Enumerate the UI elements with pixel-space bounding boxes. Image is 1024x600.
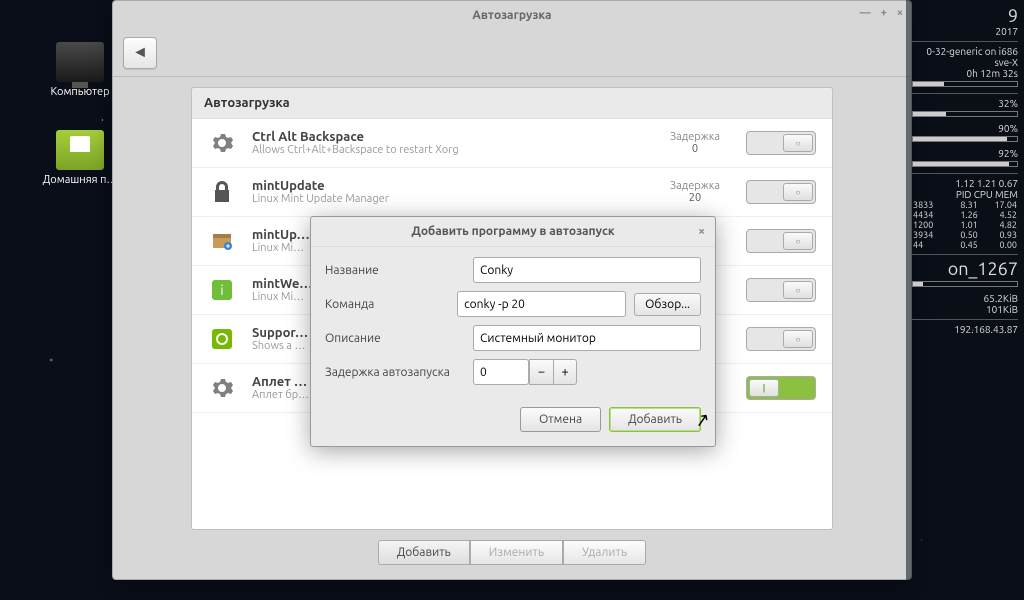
window-toolbar: ◄ <box>113 29 911 77</box>
window-minimize-button[interactable]: — <box>860 7 871 19</box>
conky-proc-row: 12001.014.82 <box>912 220 1018 230</box>
startup-entry[interactable]: mintUpdateLinux Mint Update Manager Задер… <box>192 168 832 217</box>
conky-bar <box>912 281 1018 287</box>
window-close-button[interactable]: × <box>897 7 903 19</box>
entry-title: Ctrl Alt Backspace <box>252 130 644 144</box>
conky-host: sve-X <box>912 57 1018 68</box>
conky-bar <box>912 136 1018 142</box>
spinner-increment[interactable]: + <box>553 359 577 385</box>
name-input[interactable] <box>473 257 701 283</box>
lock-icon <box>208 178 236 206</box>
conky-ip: 192.168.43.87 <box>912 324 1018 335</box>
desktop-icon-home[interactable]: Домашняя п… <box>40 130 120 186</box>
delay-input[interactable] <box>473 359 529 385</box>
name-label: Название <box>325 264 465 277</box>
entry-text: mintUpdateLinux Mint Update Manager <box>252 179 644 205</box>
folder-icon <box>56 130 104 170</box>
spinner-decrement[interactable]: − <box>529 359 553 385</box>
entry-toggle[interactable] <box>746 131 816 155</box>
dialog-title: Добавить программу в автозапуск <box>411 225 614 238</box>
window-maximize-button[interactable]: + <box>881 7 887 19</box>
edit-button[interactable]: Изменить <box>470 540 563 565</box>
conky-date: 2017 <box>912 26 1018 37</box>
conky-net-title: on_1267 <box>912 259 1018 279</box>
conky-kernel: 0-32-generic on i686 <box>912 46 1018 57</box>
window-title: Автозагрузка <box>472 9 551 22</box>
command-input[interactable] <box>457 291 626 317</box>
conky-panel: 9 2017 0-32-generic on i686 sve-X 0h 12m… <box>906 0 1024 600</box>
welcome-icon: i <box>208 276 236 304</box>
entry-toggle[interactable] <box>746 278 816 302</box>
conky-proc-header: PID CPU MEM <box>912 189 1018 200</box>
description-input[interactable] <box>473 325 701 351</box>
command-label: Команда <box>325 298 449 311</box>
conky-proc-row: 44341.264.52 <box>912 210 1018 220</box>
description-label: Описание <box>325 332 465 345</box>
gear-icon <box>208 129 236 157</box>
svg-text:i: i <box>220 282 223 298</box>
entry-delay: Задержка0 <box>660 131 730 155</box>
conky-proc-row: 440.450.00 <box>912 240 1018 250</box>
entry-toggle[interactable] <box>746 180 816 204</box>
conky-proc-table: 38338.3117.0444341.264.5212001.014.82393… <box>912 200 1018 250</box>
chevron-left-icon: ◄ <box>132 43 148 62</box>
dialog-titlebar[interactable]: Добавить программу в автозапуск × <box>311 217 715 247</box>
ok-button[interactable]: Добавить <box>609 407 701 432</box>
pkg-icon <box>208 227 236 255</box>
conky-ram: 90% <box>912 123 1018 134</box>
conky-uptime: 0h 12m 32s <box>912 68 1018 79</box>
conky-bar <box>912 81 1018 87</box>
computer-icon <box>56 42 104 82</box>
startup-entry[interactable]: Ctrl Alt BackspaceAllows Ctrl+Alt+Backsp… <box>192 119 832 168</box>
entry-toggle[interactable] <box>746 229 816 253</box>
nvidia-icon <box>208 325 236 353</box>
conky-clock: 9 <box>912 6 1018 26</box>
delete-button[interactable]: Удалить <box>563 540 646 565</box>
browse-button[interactable]: Обзор... <box>634 293 701 316</box>
window-titlebar[interactable]: Автозагрузка — + × <box>113 1 911 29</box>
entry-subtitle: Allows Ctrl+Alt+Backspace to restart Xor… <box>252 144 644 156</box>
delay-spinner: − + <box>473 359 577 385</box>
cancel-button[interactable]: Отмена <box>520 407 601 432</box>
conky-down: 65.2KiB <box>912 293 1018 304</box>
dialog-close-button[interactable]: × <box>698 225 705 238</box>
conky-bar <box>912 161 1018 167</box>
conky-proc-row: 38338.3117.04 <box>912 200 1018 210</box>
footer-actions: Добавить Изменить Удалить <box>191 530 833 579</box>
conky-swap: 92% <box>912 148 1018 159</box>
entry-toggle[interactable] <box>746 376 816 400</box>
entry-text: Ctrl Alt BackspaceAllows Ctrl+Alt+Backsp… <box>252 130 644 156</box>
add-program-dialog: Добавить программу в автозапуск × Назван… <box>310 216 716 447</box>
entry-title: mintUpdate <box>252 179 644 193</box>
entry-delay: Задержка20 <box>660 180 730 204</box>
desktop-icon-computer[interactable]: Компьютер <box>40 42 120 98</box>
add-button[interactable]: Добавить <box>378 540 470 565</box>
entry-toggle[interactable] <box>746 327 816 351</box>
delay-label: Задержка автозапуска <box>325 366 465 379</box>
back-button[interactable]: ◄ <box>123 37 157 69</box>
conky-load: 1.12 1.21 0.67 <box>912 178 1018 189</box>
conky-up: 101KiB <box>912 304 1018 315</box>
conky-proc-row: 39340.500.93 <box>912 230 1018 240</box>
panel-header: Автозагрузка <box>192 88 832 119</box>
conky-cpu: 32% <box>912 98 1018 109</box>
gear-icon <box>208 374 236 402</box>
entry-subtitle: Linux Mint Update Manager <box>252 193 644 205</box>
desktop-icon-label: Домашняя п… <box>40 174 120 186</box>
conky-bar <box>912 111 1018 117</box>
